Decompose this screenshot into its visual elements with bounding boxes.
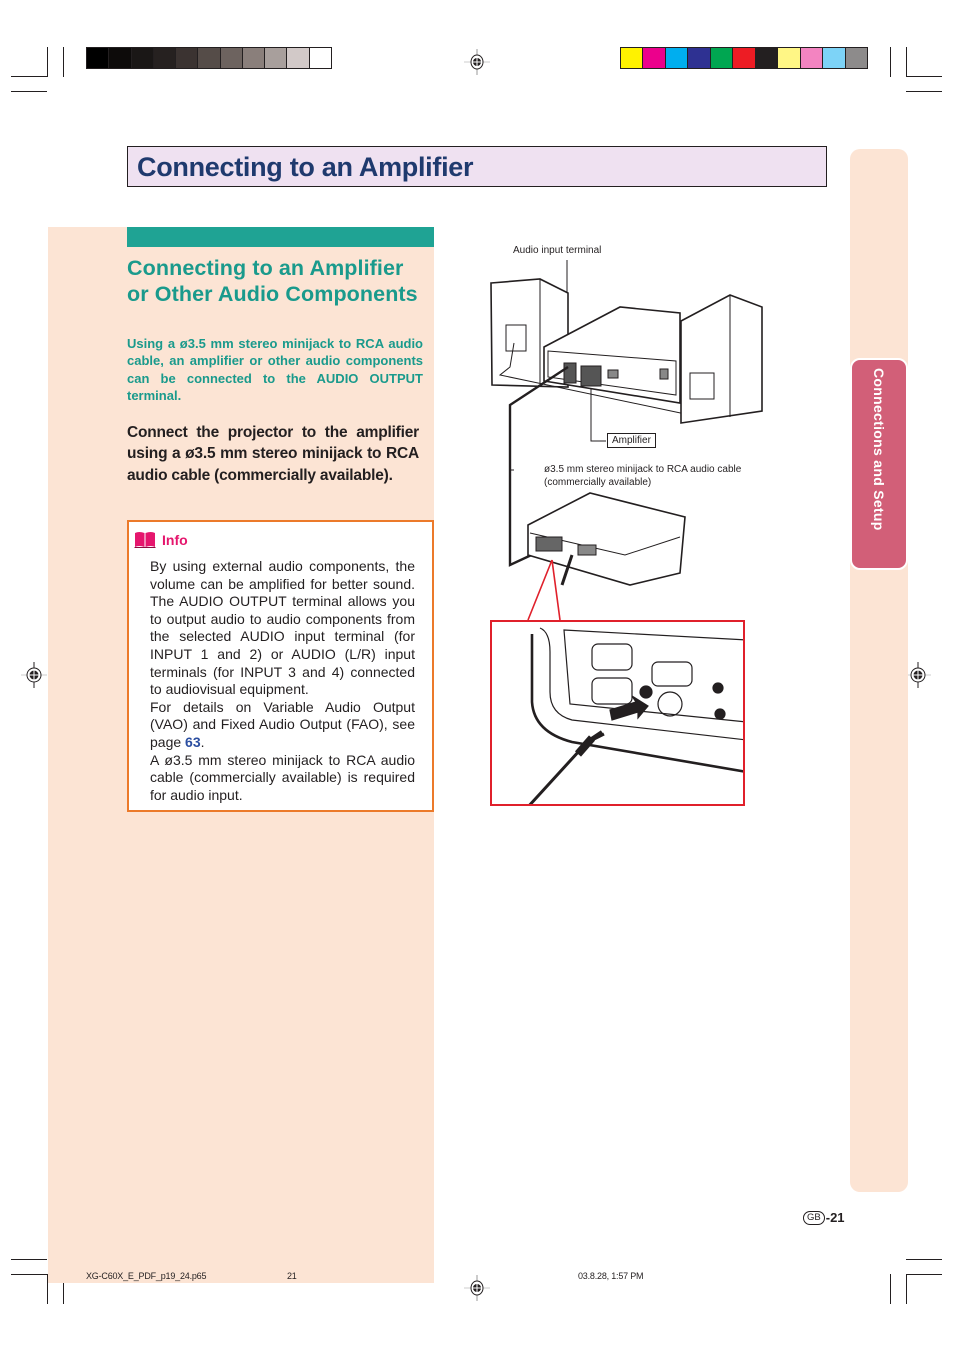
registration-mark-icon <box>464 49 490 75</box>
color-swatch <box>800 48 824 68</box>
color-swatch <box>688 48 711 68</box>
chapter-tab-strip <box>850 149 908 1192</box>
crop-mark <box>47 47 48 77</box>
info-text: . <box>200 733 205 750</box>
color-swatch <box>265 48 288 68</box>
chapter-tab-label: Connections and Setup <box>871 368 887 531</box>
insert-arrow-icon <box>609 695 649 721</box>
color-swatch <box>242 48 266 68</box>
right-speaker-icon <box>680 294 763 424</box>
info-paragraph: A ø3.5 mm stereo minijack to RCA audio c… <box>150 751 415 803</box>
color-swatch <box>153 48 177 68</box>
crop-mark <box>890 1274 891 1304</box>
color-swatch <box>665 48 689 68</box>
crop-mark <box>906 1274 942 1275</box>
color-swatch <box>643 48 666 68</box>
page-title: Connecting to an Amplifier <box>137 152 474 182</box>
audio-output-jack-detail <box>528 627 743 804</box>
zoomed-detail-frame <box>490 620 745 806</box>
section-intro: Using a ø3.5 mm stereo minijack to RCA a… <box>127 336 423 403</box>
color-swatch <box>109 48 132 68</box>
footer-page: 21 <box>287 1271 297 1281</box>
color-swatch <box>220 48 243 68</box>
gray-calibration-bar <box>86 47 332 69</box>
color-swatch <box>778 48 801 68</box>
page-title-box: Connecting to an Amplifier <box>127 146 827 187</box>
crop-mark <box>906 76 942 77</box>
vga-port-icon <box>591 643 633 671</box>
crop-mark <box>11 76 47 77</box>
info-label: Info <box>162 531 188 548</box>
section-accent-bar <box>127 227 434 247</box>
color-swatch <box>823 48 846 68</box>
crop-mark <box>906 1259 942 1260</box>
page-number-value: -21 <box>825 1210 845 1225</box>
crop-mark <box>63 47 64 77</box>
color-swatch <box>287 48 310 68</box>
vga-port-icon <box>651 661 693 687</box>
crop-mark <box>11 1274 47 1275</box>
color-swatch <box>845 48 867 68</box>
color-swatch <box>621 48 644 68</box>
color-swatch <box>87 48 110 68</box>
region-badge: GB <box>803 1210 825 1225</box>
footer-timestamp: 03.8.28, 1:57 PM <box>578 1271 644 1281</box>
crop-mark <box>11 1259 47 1260</box>
color-swatch <box>176 48 199 68</box>
instruction-step: Connect the projector to the amplifier u… <box>127 424 419 484</box>
info-paragraph: By using external audio components, the … <box>150 558 415 698</box>
color-swatch <box>309 48 331 68</box>
registration-mark-icon <box>21 662 47 688</box>
info-header: Info <box>134 531 188 548</box>
s-video-port-icon <box>657 691 683 717</box>
section-heading: Connecting to an Amplifier or Other Audi… <box>127 256 418 306</box>
page-reference-link[interactable]: 63 <box>185 734 201 750</box>
color-swatch <box>755 48 779 68</box>
registration-mark-icon <box>905 662 931 688</box>
color-swatch <box>131 48 154 68</box>
registration-mark-icon <box>464 1275 490 1301</box>
info-paragraph: For details on Variable Audio Output (VA… <box>150 699 415 752</box>
color-swatch <box>710 48 734 68</box>
crop-mark <box>11 91 47 92</box>
amplifier-connection-illustration <box>490 260 763 621</box>
color-swatch <box>198 48 221 68</box>
page-number: GB -21 <box>803 1210 845 1225</box>
book-icon <box>134 532 156 548</box>
footer-filename: XG-C60X_E_PDF_p19_24.p65 <box>86 1271 207 1281</box>
info-body: By using external audio components, the … <box>150 558 415 804</box>
crop-mark <box>906 91 942 92</box>
color-swatch <box>733 48 756 68</box>
crop-mark <box>906 1274 907 1304</box>
info-box: Info By using external audio components,… <box>127 520 434 812</box>
chapter-tab-connections-and-setup[interactable]: Connections and Setup <box>850 358 908 570</box>
audio-output-jack-icon <box>639 685 653 699</box>
vga-port-icon <box>591 677 633 705</box>
crop-mark <box>906 47 907 77</box>
color-calibration-bar <box>620 47 868 69</box>
crop-mark <box>890 47 891 77</box>
